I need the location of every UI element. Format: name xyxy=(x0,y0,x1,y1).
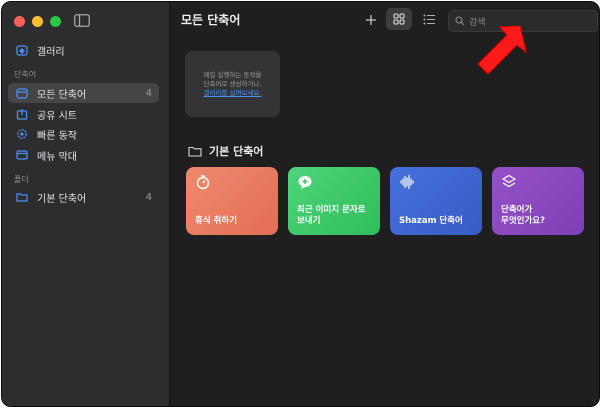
empty-hint-card: 매일 실행하는 동작을 단축어로 생성하거나, 갤러리를 살펴보세요. xyxy=(185,51,280,117)
hint-line: 단축어로 생성하거나, xyxy=(203,79,262,88)
folder-icon xyxy=(188,146,202,157)
shortcut-tile-take-break[interactable]: 휴식 취하기 xyxy=(186,167,278,235)
sidebar-toggle-icon[interactable] xyxy=(74,14,90,27)
item-count: 4 xyxy=(145,87,152,99)
waveform-icon xyxy=(400,174,414,190)
sidebar-item-all-shortcuts[interactable]: 모든 단축어 4 xyxy=(8,83,159,103)
sidebar: 갤러리 단축어 모든 단축어 4 공유 시트 빠른 동작 메뉴 막대 폴더 기본… xyxy=(2,2,170,406)
sidebar-item-label: 갤러리 xyxy=(37,46,65,58)
grid-view-button[interactable] xyxy=(386,8,412,30)
app-window: 갤러리 단축어 모든 단축어 4 공유 시트 빠른 동작 메뉴 막대 폴더 기본… xyxy=(1,1,600,407)
sidebar-item-menu-bar[interactable]: 메뉴 막대 xyxy=(8,145,159,165)
sidebar-item-gallery[interactable]: 갤러리 xyxy=(8,40,159,60)
gallery-link[interactable]: 갤러리를 살펴보세요. xyxy=(204,89,262,98)
shortcut-tile-what-is-shortcut[interactable]: 단축어가 무엇인가요? xyxy=(492,167,584,235)
tile-label: 최근 이미지 문자로 보내기 xyxy=(297,205,366,226)
sidebar-item-share-sheet[interactable]: 공유 시트 xyxy=(8,104,159,124)
folder-section-title: 기본 단축어 xyxy=(209,145,264,158)
sidebar-item-label: 모든 단축어 xyxy=(37,89,87,101)
gallery-icon xyxy=(12,44,32,56)
sidebar-item-quick-actions[interactable]: 빠른 동작 xyxy=(8,124,159,144)
pointer-arrow-annotation xyxy=(477,25,527,75)
tile-label: 휴식 취하기 xyxy=(195,216,238,226)
page-title: 모든 단축어 xyxy=(181,13,241,27)
timer-icon xyxy=(196,175,210,190)
grid-icon xyxy=(393,13,405,25)
sidebar-item-label: 메뉴 막대 xyxy=(37,151,77,163)
sidebar-item-label: 공유 시트 xyxy=(37,110,77,122)
share-sheet-icon xyxy=(12,108,32,120)
tile-label: Shazam 단축어 xyxy=(399,216,463,226)
sidebar-item-label: 기본 단축어 xyxy=(37,193,87,205)
close-button[interactable] xyxy=(14,16,25,27)
shortcuts-icon xyxy=(502,174,516,188)
zoom-button[interactable] xyxy=(50,16,61,27)
minimize-button[interactable] xyxy=(32,16,43,27)
sidebar-item-label: 빠른 동작 xyxy=(37,130,77,142)
folder-icon xyxy=(12,191,32,203)
sidebar-item-folder-basic[interactable]: 기본 단축어 4 xyxy=(8,187,159,207)
all-shortcuts-icon xyxy=(12,87,32,99)
menu-bar-icon xyxy=(12,149,32,161)
folder-section-header[interactable]: 기본 단축어 xyxy=(188,143,263,159)
shortcut-tile-shazam[interactable]: Shazam 단축어 xyxy=(390,167,482,235)
shortcut-tile-send-image[interactable]: 최근 이미지 문자로 보내기 xyxy=(288,167,380,235)
section-label-folders: 폴더 xyxy=(14,175,29,184)
message-icon xyxy=(298,176,312,189)
list-view-button[interactable] xyxy=(418,8,440,30)
plus-icon xyxy=(366,15,376,25)
main-content: 모든 단축어 검색 매일 실행하는 동작을 단축어로 생성하거나, 갤러리를 살… xyxy=(170,2,599,406)
add-shortcut-button[interactable] xyxy=(360,9,382,31)
section-label-shortcuts: 단축어 xyxy=(14,70,37,79)
list-icon xyxy=(423,14,435,24)
item-count: 4 xyxy=(145,191,152,203)
tile-label: 단축어가 무엇인가요? xyxy=(501,205,546,226)
search-icon xyxy=(455,16,465,26)
hint-line: 매일 실행하는 동작을 xyxy=(203,70,262,79)
window-controls xyxy=(14,16,61,27)
quick-actions-icon xyxy=(12,128,32,140)
